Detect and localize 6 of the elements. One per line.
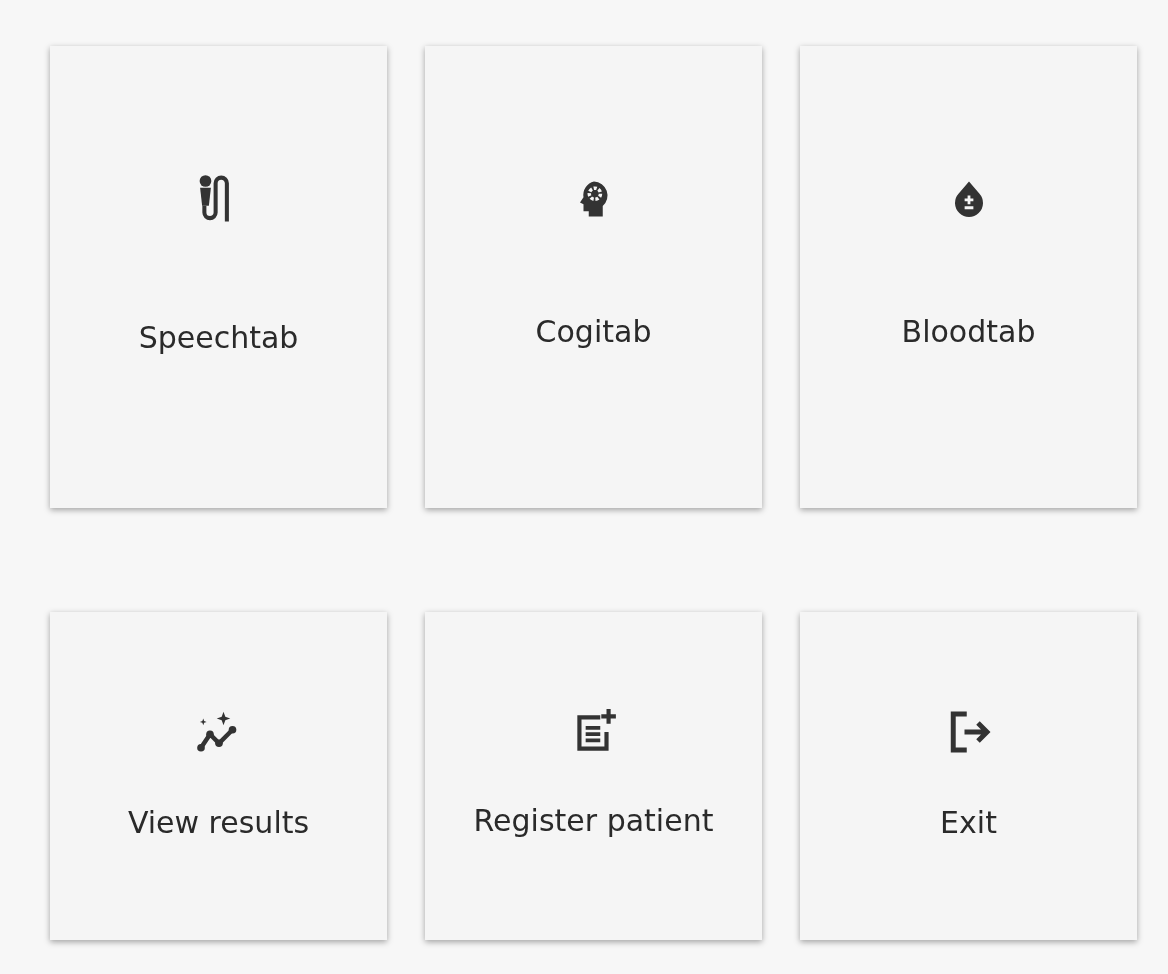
menu-tile[interactable]: Bloodtab bbox=[800, 46, 1137, 508]
menu-tile[interactable]: Register patient bbox=[425, 612, 762, 940]
menu-tile[interactable]: View results bbox=[50, 612, 387, 940]
menu-tile[interactable]: Cogitab bbox=[425, 46, 762, 508]
menu-tile[interactable]: Speechtab bbox=[50, 46, 387, 508]
menu-tile[interactable]: Exit bbox=[800, 612, 1137, 940]
